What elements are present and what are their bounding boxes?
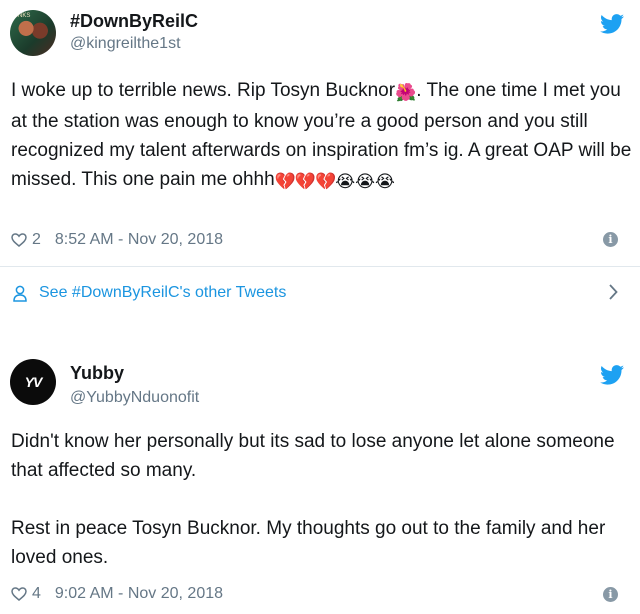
tweet-paragraph: Rest in peace Tosyn Bucknor. My thoughts… — [11, 518, 606, 568]
display-name[interactable]: #DownByReilC — [70, 11, 198, 32]
heart-icon[interactable] — [11, 587, 27, 601]
twitter-bird-icon[interactable] — [600, 365, 624, 385]
like-count: 2 — [32, 231, 41, 248]
tweet-card[interactable]: YV Yubby @YubbyNduonofit Didn't know her… — [0, 345, 640, 614]
tweet-text: Didn't know her personally but its sad t… — [11, 427, 633, 601]
tweet-meta: 2 8:52 AM - Nov 20, 2018 — [11, 231, 223, 249]
tweet-meta: 4 9:02 AM - Nov 20, 2018 — [11, 585, 223, 603]
tweet-card[interactable]: SNKS #DownByReilC @kingreilthe1st I woke… — [0, 0, 640, 266]
user-icon — [13, 285, 27, 302]
timestamp[interactable]: 8:52 AM - Nov 20, 2018 — [55, 231, 223, 249]
display-name[interactable]: Yubby — [70, 363, 124, 384]
user-handle[interactable]: @YubbyNduonofit — [70, 389, 199, 407]
avatar-text: YV — [24, 374, 43, 390]
chevron-right-icon[interactable] — [608, 284, 618, 300]
tweet-paragraph: Didn't know her personally but its sad t… — [11, 431, 615, 481]
avatar-text: SNKS — [14, 13, 31, 19]
avatar[interactable]: SNKS — [10, 10, 56, 56]
info-icon[interactable]: i — [603, 232, 618, 247]
divider — [0, 320, 640, 346]
like-count: 4 — [32, 585, 41, 602]
see-other-tweets-link[interactable]: See #DownByReilC's other Tweets — [0, 266, 640, 322]
tweet-text-part: I woke up to terrible news. Rip Tosyn Bu… — [11, 80, 396, 101]
avatar[interactable]: YV — [10, 359, 56, 405]
broken-heart-emojis: 💔💔💔 — [274, 172, 337, 191]
tweet-text: I woke up to terrible news. Rip Tosyn Bu… — [11, 76, 633, 196]
user-handle[interactable]: @kingreilthe1st — [70, 35, 181, 53]
info-icon[interactable]: i — [603, 587, 618, 602]
twitter-bird-icon[interactable] — [600, 14, 624, 34]
see-other-tweets-label[interactable]: See #DownByReilC's other Tweets — [39, 284, 286, 302]
flower-emoji: 🌺 — [395, 83, 417, 102]
crying-face-emojis: 😭😭😭 — [335, 172, 395, 191]
timestamp[interactable]: 9:02 AM - Nov 20, 2018 — [55, 585, 223, 603]
heart-icon[interactable] — [11, 233, 27, 247]
